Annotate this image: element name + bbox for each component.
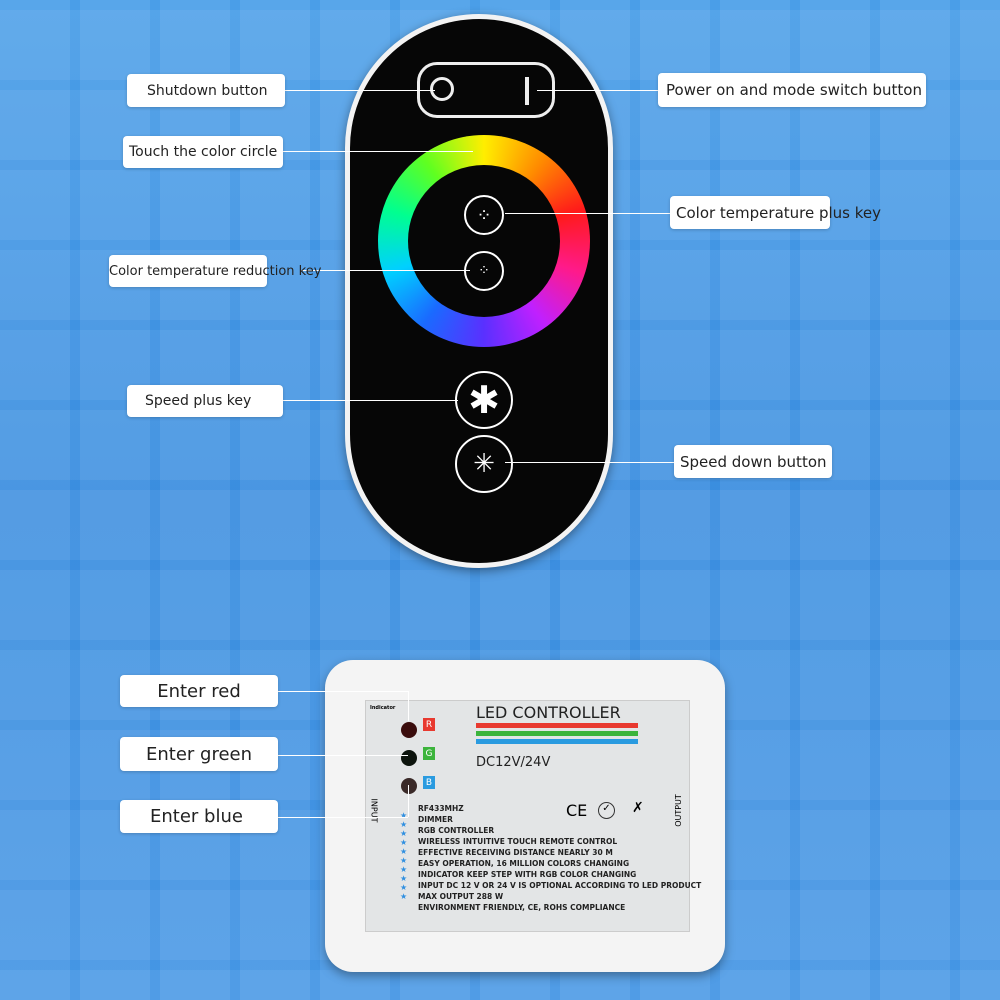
feature-line: EFFECTIVE RECEIVING DISTANCE NEARLY 30 M — [418, 848, 613, 857]
feature-line: RF433MHZ — [418, 804, 464, 813]
speed-down-button[interactable]: ✳ — [455, 435, 513, 493]
red-indicator-led — [401, 722, 417, 738]
label-enter-green: Enter green — [120, 737, 278, 771]
controller-title: LED CONTROLLER — [476, 703, 621, 722]
color-ring[interactable] — [378, 135, 590, 347]
on-bar-icon — [525, 77, 529, 105]
feature-line: INDICATOR KEEP STEP WITH RGB COLOR CHANG… — [418, 870, 637, 879]
feature-line: DIMMER — [418, 815, 453, 824]
power-switch[interactable] — [417, 62, 555, 118]
label-color-temp-plus: Color temperature plus key — [670, 196, 881, 229]
color-temp-reduce-button[interactable]: ⁘ — [464, 251, 504, 291]
label-touch-color-circle: Touch the color circle — [123, 136, 283, 168]
green-indicator-led — [401, 750, 417, 766]
star-bullet-icon: ★ ★ ★ ★ ★ ★ ★ ★ ★ ★ — [400, 811, 408, 901]
feature-line: ENVIRONMENT FRIENDLY, CE, ROHS COMPLIANC… — [418, 903, 626, 912]
label-shutdown-button: Shutdown button — [127, 74, 285, 107]
g-badge: G — [423, 747, 435, 760]
output-label: OUTPUT — [673, 794, 683, 827]
ce-mark: CE — [566, 801, 588, 820]
blue-indicator-led — [401, 778, 417, 794]
indicator-label: Indicator — [370, 705, 396, 711]
r-badge: R — [423, 718, 435, 731]
label-enter-blue: Enter blue — [120, 800, 278, 833]
feature-line: EASY OPERATION, 16 MILLION COLORS CHANGI… — [418, 859, 630, 868]
label-enter-red: Enter red — [120, 675, 278, 707]
feature-line: INPUT DC 12 V OR 24 V IS OPTIONAL ACCORD… — [418, 881, 702, 890]
off-circle-icon — [430, 77, 454, 101]
speed-plus-button[interactable]: ✱ — [455, 371, 513, 429]
label-speed-plus: Speed plus key — [127, 385, 283, 417]
b-badge: B — [423, 776, 435, 789]
input-label: INPUT — [369, 798, 379, 823]
feature-line: MAX OUTPUT 288 W — [418, 892, 504, 901]
feature-line: RGB CONTROLLER — [418, 826, 495, 835]
controller-sticker: Indicator R G B LED CONTROLLER DC12V/24V… — [365, 700, 701, 932]
weee-bin-icon: ✗ — [632, 800, 644, 816]
label-power-mode-switch: Power on and mode switch button — [658, 73, 926, 107]
color-temp-plus-button[interactable]: ⁘ — [464, 195, 504, 235]
feature-line: WIRELESS INTUITIVE TOUCH REMOTE CONTROL — [418, 837, 618, 846]
label-speed-down: Speed down button — [674, 445, 832, 478]
label-color-temp-reduction: Color temperature reduction key — [109, 255, 321, 287]
voltage-text: DC12V/24V — [476, 755, 551, 770]
certification-icon: ✓ — [598, 802, 615, 819]
